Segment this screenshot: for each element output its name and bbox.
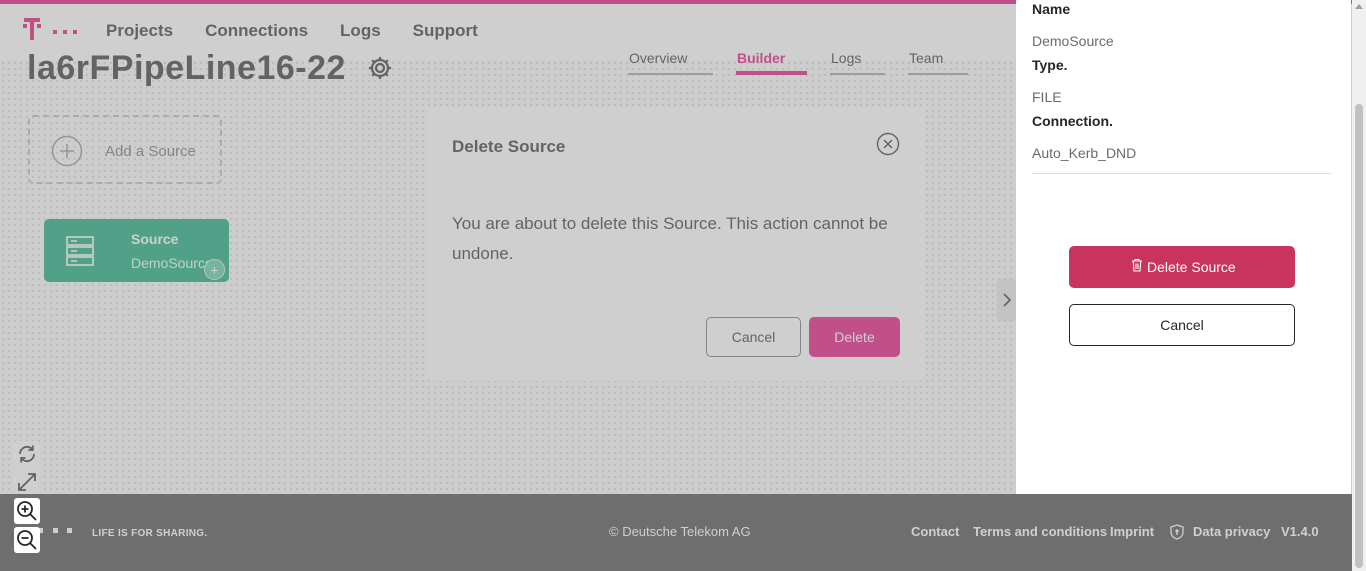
divider	[1032, 173, 1331, 174]
delete-source-button[interactable]: Delete Source	[1069, 246, 1295, 288]
field-value-type: FILE	[1032, 89, 1062, 105]
scrollbar-thumb[interactable]	[1355, 104, 1363, 568]
zoom-out-icon	[17, 530, 37, 550]
field-label-name: Name	[1032, 1, 1071, 17]
zoom-out-button[interactable]	[14, 527, 40, 553]
panel-cancel-button[interactable]: Cancel	[1069, 304, 1295, 346]
delete-source-label: Delete Source	[1147, 259, 1236, 275]
scroll-up-icon[interactable]	[1355, 4, 1363, 9]
source-details-panel: Name DemoSource Type. FILE Connection. A…	[1016, 0, 1351, 494]
field-value-connection: Auto_Kerb_DND	[1032, 145, 1137, 161]
page-scrollbar[interactable]	[1352, 0, 1366, 571]
field-value-name: DemoSource	[1032, 33, 1114, 49]
trash-icon	[1132, 258, 1142, 272]
zoom-in-icon	[17, 501, 37, 521]
zoom-in-button[interactable]	[14, 498, 40, 524]
field-label-connection: Connection.	[1032, 113, 1113, 129]
field-label-type: Type.	[1032, 57, 1068, 73]
